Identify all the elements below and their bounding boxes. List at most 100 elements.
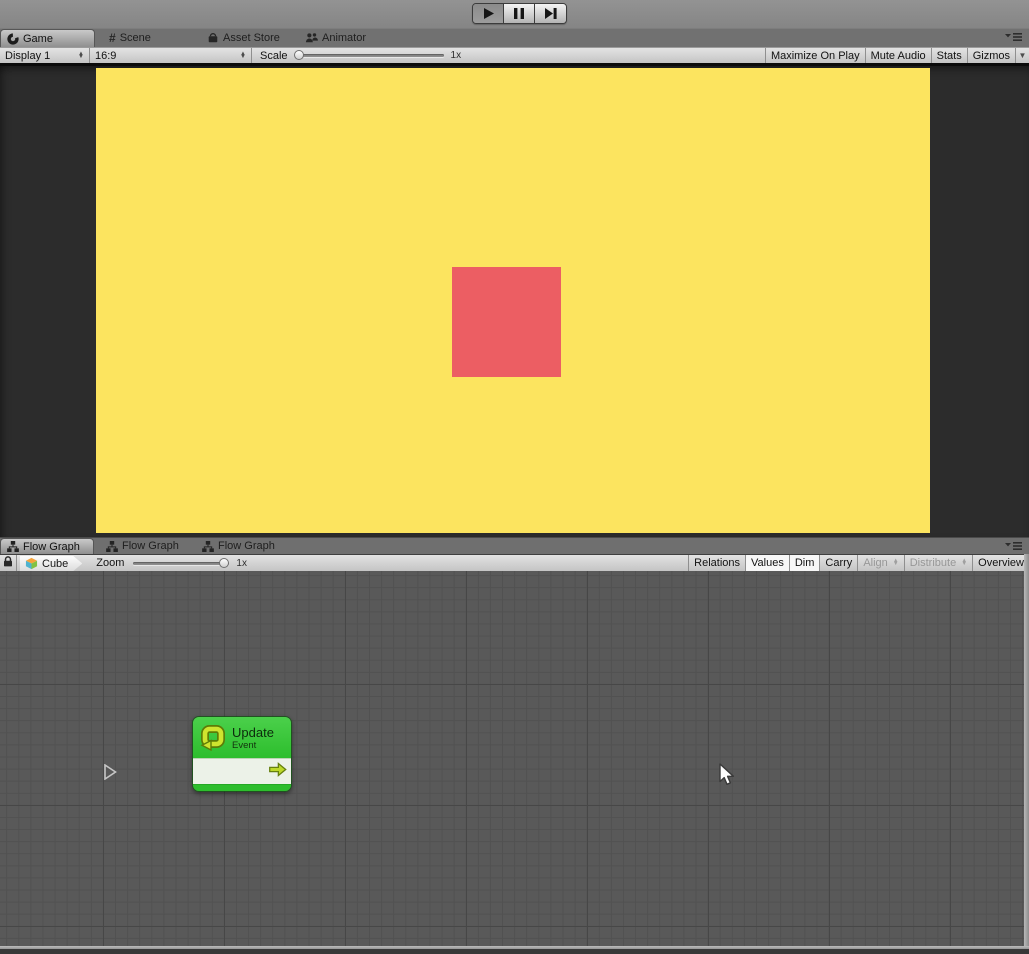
values-label: Values bbox=[751, 557, 784, 569]
zoom-slider-track[interactable] bbox=[133, 562, 229, 565]
maximize-on-play-label: Maximize On Play bbox=[771, 50, 860, 62]
dropdown-arrows-icon: ▲▼ bbox=[240, 53, 246, 59]
game-object-square bbox=[452, 267, 561, 377]
stats-button[interactable]: Stats bbox=[931, 48, 967, 63]
tab-flow-graph-label: Flow Graph bbox=[23, 541, 80, 553]
game-pane-menu-icon[interactable] bbox=[1005, 32, 1023, 42]
cube-icon bbox=[25, 557, 38, 570]
scale-slider-group: Scale 1x bbox=[252, 48, 466, 63]
flow-toolbar-right-group: Relations Values Dim Carry Align ▲▼ Dist… bbox=[688, 555, 1029, 571]
pause-icon bbox=[514, 8, 524, 19]
tab-animator-label: Animator bbox=[322, 32, 366, 44]
tab-flow-graph-1[interactable]: Flow Graph bbox=[0, 538, 94, 554]
align-label: Align bbox=[863, 557, 887, 569]
tab-animator[interactable]: Animator bbox=[299, 29, 397, 47]
flow-graph-tab-bar: Flow Graph Flow Graph Flow Graph bbox=[0, 537, 1029, 554]
game-toolbar-right-group: Maximize On Play Mute Audio Stats Gizmos… bbox=[765, 48, 1029, 63]
asset-store-icon bbox=[207, 32, 219, 44]
maximize-on-play-button[interactable]: Maximize On Play bbox=[765, 48, 865, 63]
update-event-node[interactable]: Update Event bbox=[192, 716, 292, 792]
dropdown-arrows-icon: ▲▼ bbox=[78, 53, 84, 59]
flow-graph-toolbar: Cube Zoom 1x Relations Values Dim Carry … bbox=[0, 554, 1029, 571]
carry-button[interactable]: Carry bbox=[819, 555, 857, 571]
update-node-body bbox=[193, 758, 291, 784]
play-controls-bar bbox=[0, 0, 1029, 28]
zoom-label: Zoom bbox=[96, 557, 124, 569]
update-node-header: Update Event bbox=[193, 717, 291, 758]
relations-button[interactable]: Relations bbox=[688, 555, 745, 571]
tab-game-label: Game bbox=[23, 33, 53, 45]
tab-scene-label: Scene bbox=[120, 32, 151, 44]
flow-pane-menu-icon[interactable] bbox=[1005, 541, 1023, 551]
lock-icon bbox=[3, 556, 13, 570]
game-tab-bar: Game # Scene Asset Store Animator bbox=[0, 28, 1029, 47]
scale-label: Scale bbox=[260, 50, 288, 62]
mute-audio-button[interactable]: Mute Audio bbox=[865, 48, 931, 63]
flow-panel-right-scrollbar[interactable] bbox=[1024, 554, 1029, 946]
pause-button[interactable] bbox=[504, 4, 535, 23]
gizmos-label: Gizmos bbox=[973, 50, 1010, 62]
distribute-label: Distribute bbox=[910, 557, 956, 569]
update-node-titles: Update Event bbox=[232, 725, 274, 751]
mouse-cursor-icon bbox=[718, 763, 736, 792]
game-viewport[interactable] bbox=[96, 68, 930, 533]
tab-asset-store-label: Asset Store bbox=[223, 32, 280, 44]
flow-graph-canvas[interactable]: Update Event bbox=[0, 571, 1024, 946]
scene-icon: # bbox=[109, 31, 116, 45]
aspect-ratio-label: 16:9 bbox=[95, 50, 116, 62]
values-toggle[interactable]: Values bbox=[745, 555, 789, 571]
step-icon bbox=[545, 8, 557, 19]
play-icon bbox=[483, 8, 494, 19]
tab-flow-graph-label: Flow Graph bbox=[218, 540, 275, 552]
window-bottom-edge bbox=[0, 949, 1029, 954]
zoom-slider-group: Zoom 1x bbox=[82, 555, 252, 571]
dropdown-arrows-icon: ▲▼ bbox=[893, 560, 899, 566]
scale-slider-track[interactable] bbox=[296, 54, 444, 57]
aspect-ratio-dropdown[interactable]: 16:9 ▲▼ bbox=[90, 48, 252, 63]
overview-button[interactable]: Overview bbox=[972, 555, 1029, 571]
flow-graph-icon bbox=[106, 541, 118, 552]
update-node-footer bbox=[193, 784, 291, 791]
zoom-value: 1x bbox=[236, 558, 247, 569]
distribute-dropdown[interactable]: Distribute ▲▼ bbox=[904, 555, 972, 571]
node-title: Update bbox=[232, 725, 274, 740]
breadcrumb-label: Cube bbox=[42, 558, 68, 570]
unity-editor-window: Game # Scene Asset Store Animator Displa… bbox=[0, 0, 1029, 954]
mute-audio-label: Mute Audio bbox=[871, 50, 926, 62]
tab-flow-graph-3[interactable]: Flow Graph bbox=[196, 538, 292, 554]
node-subtitle: Event bbox=[232, 740, 274, 751]
step-button[interactable] bbox=[535, 4, 566, 23]
lock-button[interactable] bbox=[0, 555, 17, 571]
animator-icon bbox=[305, 32, 318, 44]
output-port-arrow-icon[interactable] bbox=[268, 762, 287, 782]
scale-slider-knob[interactable] bbox=[294, 50, 304, 60]
flow-graph-icon bbox=[202, 541, 214, 552]
flow-graph-icon bbox=[7, 541, 19, 552]
tab-flow-graph-2[interactable]: Flow Graph bbox=[100, 538, 196, 554]
tab-game[interactable]: Game bbox=[0, 29, 95, 47]
tab-asset-store[interactable]: Asset Store bbox=[201, 29, 299, 47]
gizmos-dropdown-arrow[interactable]: ▼ bbox=[1015, 48, 1029, 63]
dropdown-arrows-icon: ▲▼ bbox=[961, 560, 967, 566]
display-dropdown[interactable]: Display 1 ▲▼ bbox=[0, 48, 90, 63]
port-socket-icon[interactable] bbox=[104, 764, 117, 785]
zoom-slider-knob[interactable] bbox=[219, 558, 229, 568]
tab-flow-graph-label: Flow Graph bbox=[122, 540, 179, 552]
gizmos-button[interactable]: Gizmos bbox=[967, 48, 1015, 63]
tab-scene[interactable]: # Scene bbox=[103, 29, 201, 47]
play-button[interactable] bbox=[473, 4, 504, 23]
display-dropdown-label: Display 1 bbox=[5, 50, 50, 62]
update-loop-icon bbox=[199, 724, 226, 751]
scale-value: 1x bbox=[451, 50, 462, 61]
game-toolbar: Display 1 ▲▼ 16:9 ▲▼ Scale 1x Maximize O… bbox=[0, 47, 1029, 64]
dim-label: Dim bbox=[795, 557, 815, 569]
carry-label: Carry bbox=[825, 557, 852, 569]
relations-label: Relations bbox=[694, 557, 740, 569]
play-controls-group bbox=[472, 3, 567, 24]
dim-toggle[interactable]: Dim bbox=[789, 555, 820, 571]
breadcrumb-cube[interactable]: Cube bbox=[20, 556, 82, 571]
game-icon bbox=[7, 33, 19, 45]
align-dropdown[interactable]: Align ▲▼ bbox=[857, 555, 903, 571]
stats-label: Stats bbox=[937, 50, 962, 62]
overview-label: Overview bbox=[978, 557, 1024, 569]
